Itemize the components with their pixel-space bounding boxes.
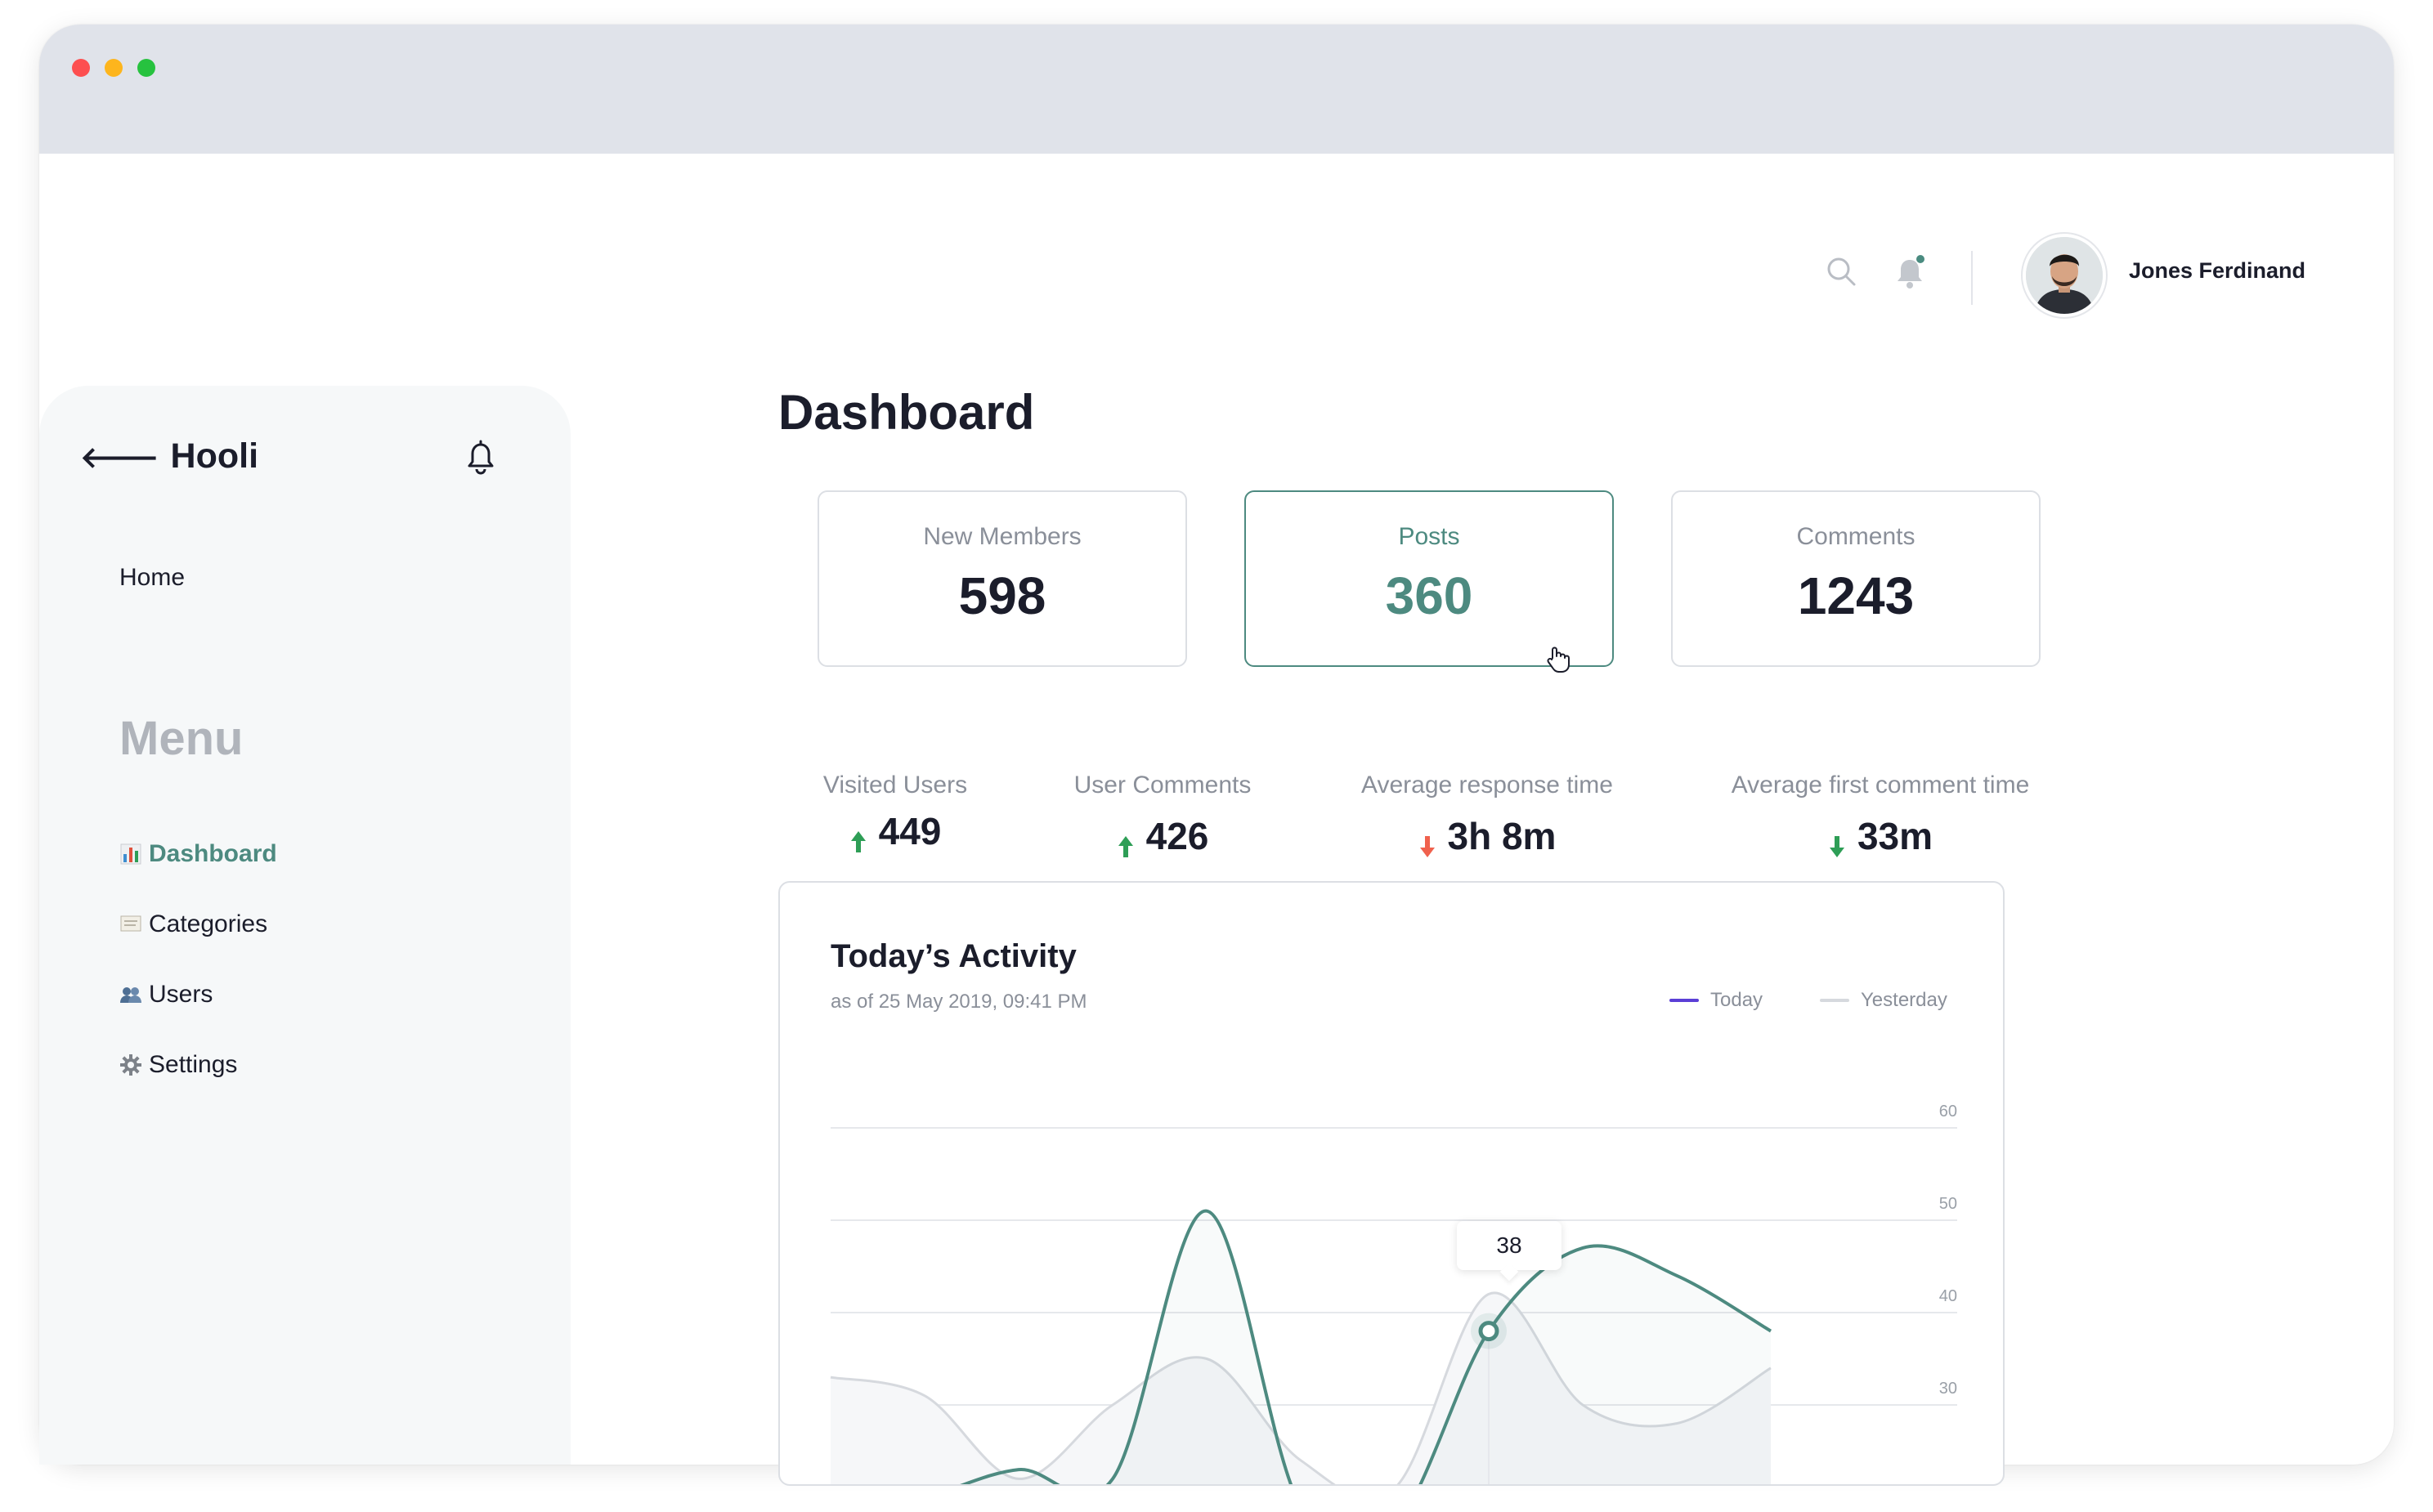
maximize-window-button[interactable]	[137, 59, 155, 77]
sidebar-item-categories[interactable]: Categories	[119, 910, 267, 938]
stat-card-new-members[interactable]: New Members 598	[818, 490, 1187, 667]
page-title: Dashboard	[778, 385, 1035, 440]
brand[interactable]: 🡐 Hooli	[80, 436, 258, 476]
brand-name: Hooli	[170, 436, 259, 476]
legend-label: Today	[1710, 989, 1763, 1011]
sidebar-item-settings[interactable]: Settings	[119, 1051, 237, 1079]
stat-label: New Members	[923, 523, 1082, 550]
legend-swatch	[1669, 999, 1699, 1002]
arrow-down-icon	[1828, 824, 1846, 857]
minimize-window-button[interactable]	[105, 59, 123, 77]
y-tick-label: 30	[1939, 1380, 1957, 1398]
sidebar-item-users[interactable]: Users	[119, 981, 213, 1009]
stat-label: Posts	[1398, 523, 1460, 550]
metric-label: Average response time	[1361, 772, 1613, 798]
users-icon	[119, 983, 142, 1006]
activity-title: Today’s Activity	[831, 938, 1077, 974]
y-tick-label: 50	[1939, 1195, 1957, 1213]
notification-dot	[1916, 255, 1924, 263]
sidebar-item-label: Users	[149, 981, 213, 1008]
gear-icon	[119, 1053, 142, 1076]
chart-tooltip: 38	[1457, 1221, 1562, 1270]
y-tick-label: 60	[1939, 1103, 1957, 1121]
stat-card-posts[interactable]: Posts 360	[1244, 490, 1614, 667]
back-arrow-icon[interactable]: 🡐	[80, 439, 159, 475]
stat-value: 598	[958, 566, 1046, 625]
legend-label: Yesterday	[1861, 989, 1947, 1011]
metric-value: 449	[878, 810, 942, 852]
metric-label: User Comments	[1073, 772, 1252, 798]
y-tick-label: 40	[1939, 1287, 1957, 1305]
avatar[interactable]	[2023, 234, 2106, 317]
metric-value: 33m	[1857, 815, 1933, 857]
bar-chart-icon	[119, 843, 142, 866]
metric-label: Visited Users	[822, 772, 968, 798]
stat-label: Comments	[1796, 523, 1915, 550]
activity-card: 60 50 40 30 Today’s Activity as of 25 May 2…	[778, 881, 2005, 1486]
legend-swatch	[1820, 999, 1849, 1002]
user-name[interactable]: Jones Ferdinand	[2129, 258, 2305, 284]
menu-heading: Menu	[119, 712, 244, 765]
metric-average-response-time: Average response time 3h 8m	[1351, 772, 1624, 858]
stat-card-comments[interactable]: Comments 1243	[1671, 490, 2041, 667]
sidebar-item-label: Settings	[149, 1051, 238, 1078]
close-window-button[interactable]	[72, 59, 90, 77]
stat-value: 1243	[1797, 566, 1915, 625]
hand-cursor-icon	[1545, 646, 1570, 680]
highlight-point	[1478, 1321, 1499, 1342]
legend-yesterday[interactable]: Yesterday	[1820, 989, 1947, 1012]
activity-subtitle: as of 25 May 2019, 09:41 PM	[831, 991, 1087, 1013]
sidebar-item-label: Categories	[149, 910, 268, 937]
legend-today[interactable]: Today	[1669, 989, 1763, 1012]
sidebar-bell-icon[interactable]	[464, 440, 497, 476]
sidebar-home-link[interactable]: Home	[119, 564, 185, 592]
notification-bell-icon[interactable]	[1893, 255, 1926, 291]
metric-visited-users: Visited Users 449	[818, 772, 973, 853]
metric-value: 426	[1145, 815, 1209, 857]
header-divider	[1971, 251, 1973, 305]
arrow-down-icon	[1418, 824, 1436, 857]
arrow-up-icon	[1117, 824, 1135, 857]
metric-user-comments: User Comments 426	[1068, 772, 1257, 858]
sidebar-item-label: Dashboard	[149, 840, 277, 867]
metric-label: Average first comment time	[1731, 772, 2030, 798]
metric-value: 3h 8m	[1447, 815, 1557, 857]
metric-average-first-comment-time: Average first comment time 33m	[1718, 772, 2042, 858]
stat-value: 360	[1385, 566, 1473, 625]
sidebar-item-dashboard[interactable]: Dashboard	[119, 840, 277, 868]
arrow-up-icon	[849, 819, 867, 852]
scroll-icon	[119, 913, 142, 936]
search-icon[interactable]	[1825, 255, 1857, 288]
title-bar	[39, 25, 2394, 154]
